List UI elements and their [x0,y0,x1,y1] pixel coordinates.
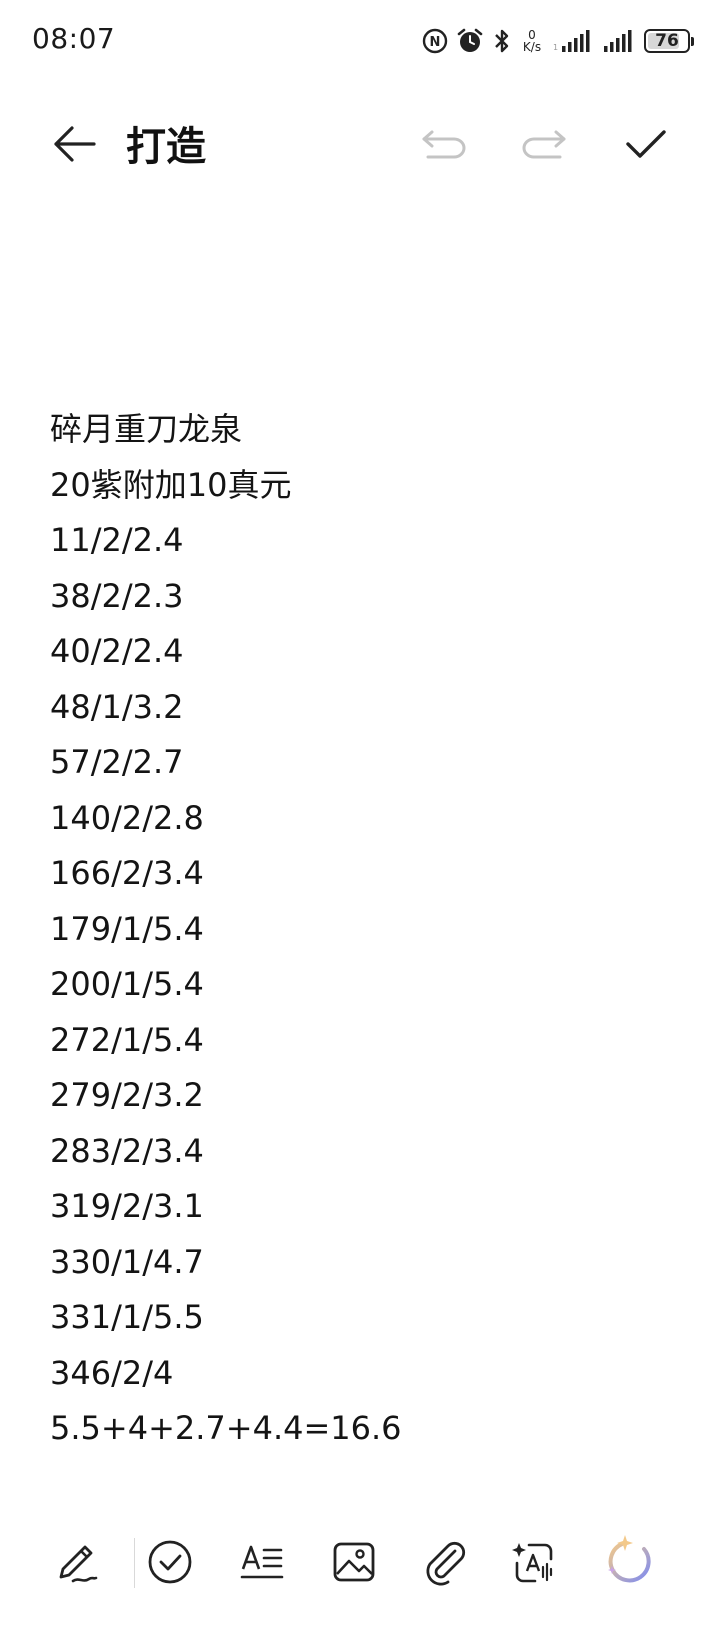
battery-icon: 76 [644,29,694,53]
status-icons: N 0 K/s 1 76 [422,24,694,58]
ai-text-scan-icon [512,1543,553,1583]
attachment-icon [426,1541,466,1586]
ai-assistant-icon [608,1535,651,1583]
editor-bottom-bar [0,1524,720,1604]
note-line[interactable]: 碎月重刀龙泉 [50,402,670,458]
note-line[interactable]: 20紫附加10真元 [50,458,670,514]
note-line[interactable]: 330/1/4.7 [50,1235,670,1291]
note-content[interactable]: 碎月重刀龙泉 20紫附加10真元 11/2/2.4 38/2/2.3 40/2/… [50,402,670,1457]
note-toolbar: 打造 [0,96,720,186]
note-line[interactable]: 166/2/3.4 [50,846,670,902]
note-line[interactable]: 200/1/5.4 [50,957,670,1013]
back-arrow-icon [54,126,96,162]
note-line[interactable]: 57/2/2.7 [50,735,670,791]
note-line[interactable]: 11/2/2.4 [50,513,670,569]
note-line[interactable]: 38/2/2.3 [50,569,670,625]
battery-level: 76 [655,31,679,51]
note-line[interactable]: 5.5+4+2.7+4.4=16.6 [50,1401,670,1457]
note-line[interactable]: 272/1/5.4 [50,1013,670,1069]
net-speed-unit: K/s [522,40,542,54]
ai-text-scan-button[interactable] [502,1530,566,1594]
ai-assistant-button[interactable] [598,1530,662,1594]
note-line[interactable]: 140/2/2.8 [50,791,670,847]
attachment-button[interactable] [412,1530,476,1594]
image-icon [333,1542,375,1582]
note-title[interactable]: 打造 [126,114,206,172]
note-line[interactable]: 283/2/3.4 [50,1124,670,1180]
text-format-button[interactable] [230,1530,294,1594]
back-button[interactable] [46,116,102,172]
undo-icon [422,130,466,159]
checklist-icon [148,1540,192,1584]
note-line[interactable]: 279/2/3.2 [50,1068,670,1124]
checklist-button[interactable] [138,1530,202,1594]
svg-text:1: 1 [553,43,558,52]
toolbar-divider [134,1538,135,1588]
text-format-icon [240,1545,284,1579]
nfc-icon: N [422,28,448,54]
bluetooth-icon [492,27,512,55]
done-button[interactable] [616,116,676,172]
note-line[interactable]: 319/2/3.1 [50,1179,670,1235]
check-icon [626,130,666,158]
note-line[interactable]: 179/1/5.4 [50,902,670,958]
svg-text:N: N [430,35,441,50]
handwriting-button[interactable] [44,1530,108,1594]
net-speed: 0 K/s [520,29,544,53]
signal-icon: 1 [552,28,594,54]
redo-button[interactable] [514,116,574,172]
undo-button[interactable] [414,116,474,172]
handwriting-pen-icon [59,1545,98,1583]
note-line[interactable]: 346/2/4 [50,1346,670,1402]
note-line[interactable]: 48/1/3.2 [50,680,670,736]
note-line[interactable]: 331/1/5.5 [50,1290,670,1346]
signal-icon [602,28,636,54]
status-bar: 08:07 N 0 K/s 1 76 [0,0,720,80]
redo-icon [522,130,566,159]
note-line[interactable]: 40/2/2.4 [50,624,670,680]
insert-image-button[interactable] [322,1530,386,1594]
alarm-icon [456,27,484,55]
status-time: 08:07 [32,22,116,55]
